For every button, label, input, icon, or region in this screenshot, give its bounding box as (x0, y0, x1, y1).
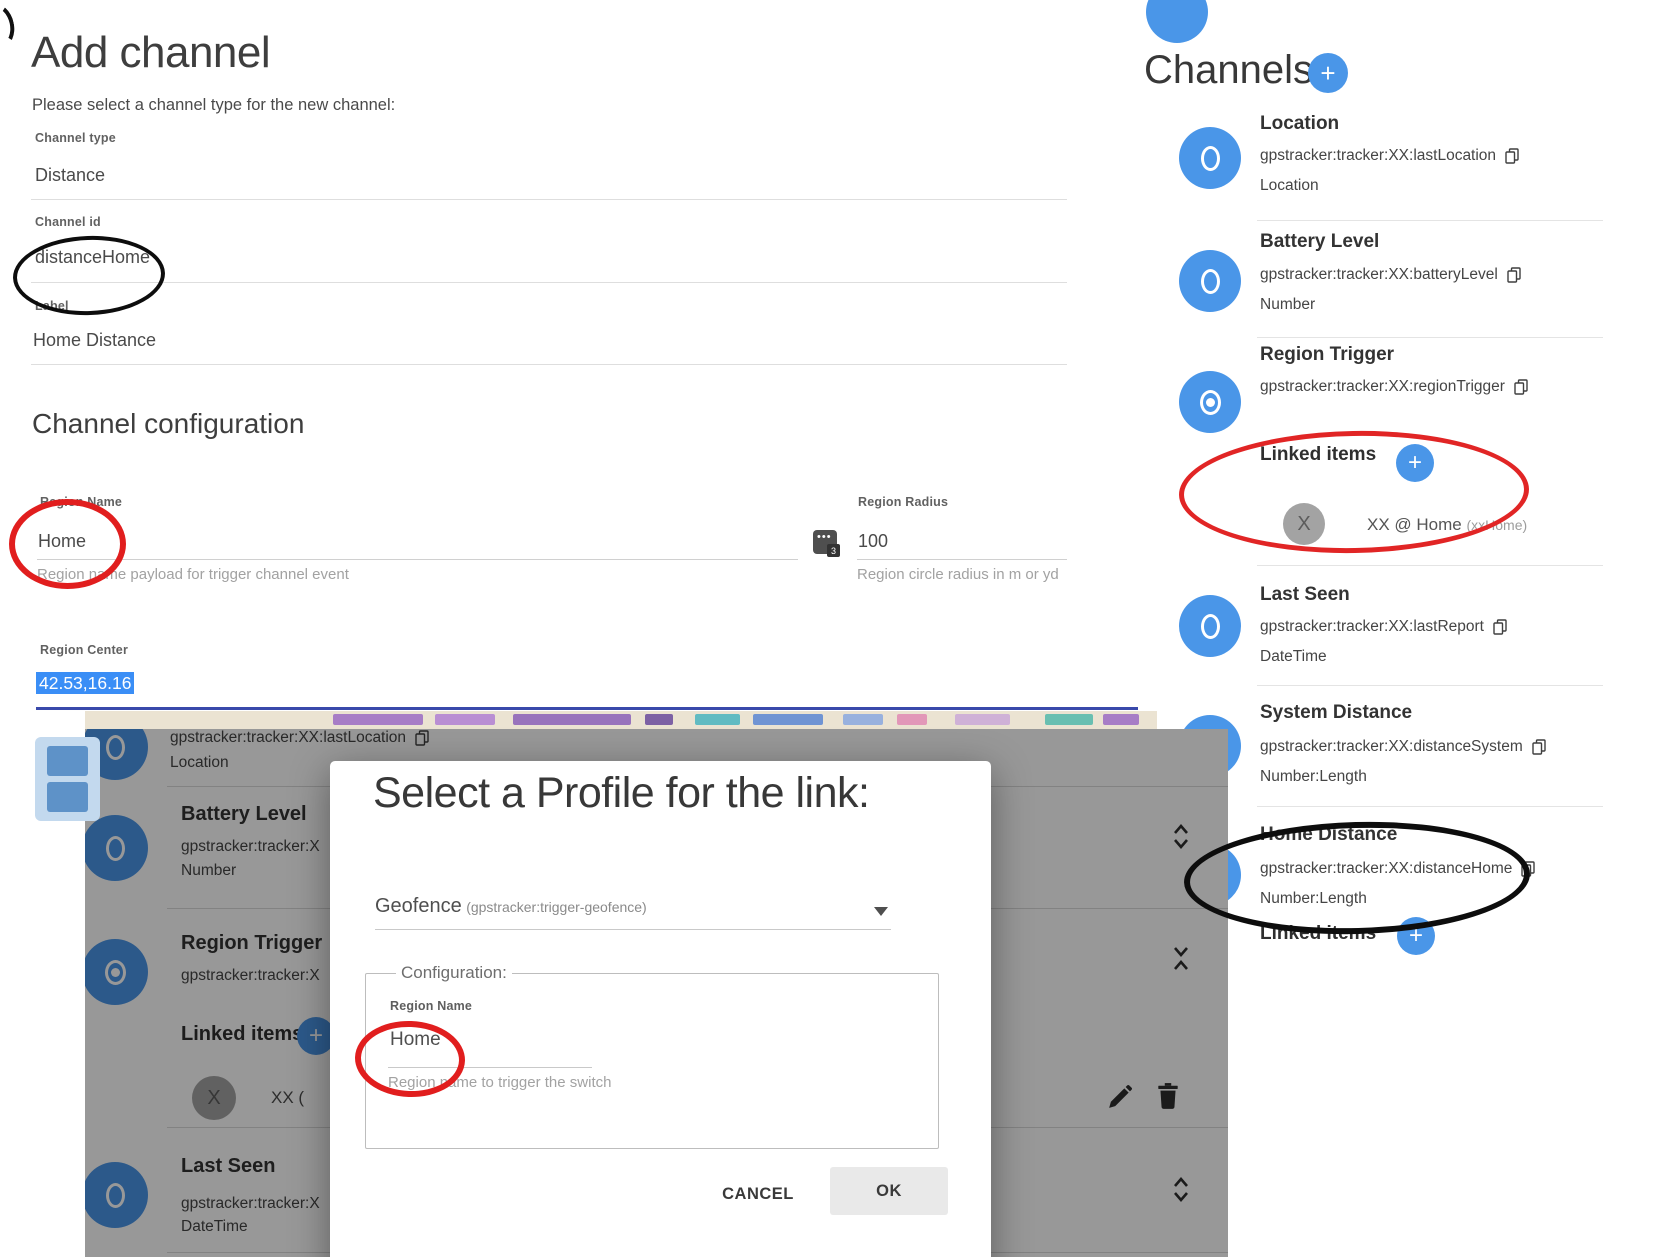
channel-title: System Distance (1260, 702, 1412, 724)
state-channel-glyph (1201, 269, 1220, 294)
copy-icon[interactable] (1505, 148, 1519, 164)
divider (1257, 220, 1603, 221)
channel-type: DateTime (1260, 648, 1327, 666)
channel-uid-row: gpstracker:tracker:XX:lastLocation (1260, 147, 1519, 165)
channel-title: Last Seen (1260, 584, 1350, 606)
state-channel-glyph (1201, 614, 1220, 639)
region-radius-label: Region Radius (858, 495, 948, 509)
map-zoom-in-button[interactable] (47, 746, 88, 776)
copy-icon[interactable] (1532, 739, 1546, 755)
divider (31, 282, 1067, 283)
ok-button[interactable]: OK (830, 1167, 948, 1215)
channel-uid-row: gpstracker:tracker:XX:regionTrigger (1260, 378, 1528, 396)
channel-type: Number (1260, 296, 1315, 314)
region-radius-input[interactable]: 100 (858, 531, 888, 552)
annotation-ellipse-linked-item (1178, 428, 1530, 556)
divider (1257, 685, 1603, 686)
channel-type-select[interactable]: Distance (35, 165, 105, 186)
profile-select[interactable]: Geofence (gpstracker:trigger-geofence) (375, 895, 647, 918)
map-zoom-widget[interactable] (35, 737, 100, 821)
divider (1257, 806, 1603, 807)
copy-icon[interactable] (1514, 379, 1528, 395)
channel-icon-region-trigger (1179, 371, 1241, 433)
channels-heading: Channels (1144, 48, 1313, 93)
channel-title: Location (1260, 113, 1339, 135)
channel-uid: gpstracker:tracker:XX:batteryLevel (1260, 266, 1498, 284)
extension-dots: ••• (817, 531, 832, 543)
copy-icon[interactable] (1493, 619, 1507, 635)
profile-name: Geofence (375, 895, 462, 917)
label-field-input[interactable]: Home Distance (33, 330, 156, 351)
channel-uid-row: gpstracker:tracker:XX:lastReport (1260, 618, 1507, 636)
partial-circle-top (1146, 0, 1208, 43)
dialog-title: Select a Profile for the link: (373, 769, 869, 818)
state-channel-glyph (1201, 146, 1220, 171)
map-strip (85, 711, 1157, 729)
channel-title: Battery Level (1260, 231, 1379, 253)
channel-icon-last-seen (1179, 595, 1241, 657)
channel-uid: gpstracker:tracker:XX:lastLocation (1260, 147, 1496, 165)
dropdown-arrow-icon[interactable] (874, 907, 888, 916)
channel-title: Region Trigger (1260, 344, 1394, 366)
extension-badge: 3 (827, 544, 840, 557)
trigger-channel-glyph (1200, 390, 1221, 415)
fieldset-legend: Configuration: (396, 963, 512, 983)
region-center-input[interactable]: 42.53,16.16 (36, 673, 134, 694)
channel-uid: gpstracker:tracker:XX:distanceSystem (1260, 738, 1523, 756)
cancel-button[interactable]: CANCEL (708, 1179, 808, 1209)
divider (857, 559, 1067, 560)
app-root: Add channel Please select a channel type… (0, 0, 1670, 1257)
page-subtitle: Please select a channel type for the new… (32, 96, 395, 115)
annotation-ellipse-home-distance (1183, 817, 1532, 938)
add-channel-button[interactable]: + (1308, 53, 1348, 93)
channel-type: Location (1260, 177, 1319, 195)
region-center-label: Region Center (40, 643, 128, 657)
channel-type: Number:Length (1260, 768, 1367, 786)
channel-type-label: Channel type (35, 131, 116, 145)
profile-dialog: Select a Profile for the link: Geofence … (330, 761, 991, 1257)
divider (1257, 565, 1603, 566)
map-zoom-out-button[interactable] (47, 782, 88, 812)
divider (31, 199, 1067, 200)
channel-icon-location (1179, 127, 1241, 189)
divider (31, 364, 1067, 365)
focused-underline (36, 707, 1138, 710)
channel-icon-battery (1179, 250, 1241, 312)
region-radius-hint: Region circle radius in m or yd (857, 566, 1059, 583)
channel-uid-row: gpstracker:tracker:XX:batteryLevel (1260, 266, 1521, 284)
channel-uid: gpstracker:tracker:XX:regionTrigger (1260, 378, 1505, 396)
divider (1257, 337, 1603, 338)
channel-id-label: Channel id (35, 215, 101, 229)
channel-uid-row: gpstracker:tracker:XX:distanceSystem (1260, 738, 1546, 756)
annotation-arc-corner (0, 1, 18, 51)
extension-icon[interactable]: ••• 3 (813, 530, 837, 554)
divider (375, 929, 891, 930)
annotation-ellipse-region-name (9, 499, 126, 589)
page-title: Add channel (31, 28, 270, 78)
annotation-ellipse-channel-id (12, 233, 167, 317)
config-heading: Channel configuration (32, 408, 304, 440)
channel-uid: gpstracker:tracker:XX:lastReport (1260, 618, 1484, 636)
selected-text: 42.53,16.16 (36, 672, 134, 694)
divider (37, 559, 798, 560)
dialog-region-name-label: Region Name (390, 999, 472, 1013)
copy-icon[interactable] (1507, 267, 1521, 283)
profile-uid: (gpstracker:trigger-geofence) (466, 899, 647, 915)
